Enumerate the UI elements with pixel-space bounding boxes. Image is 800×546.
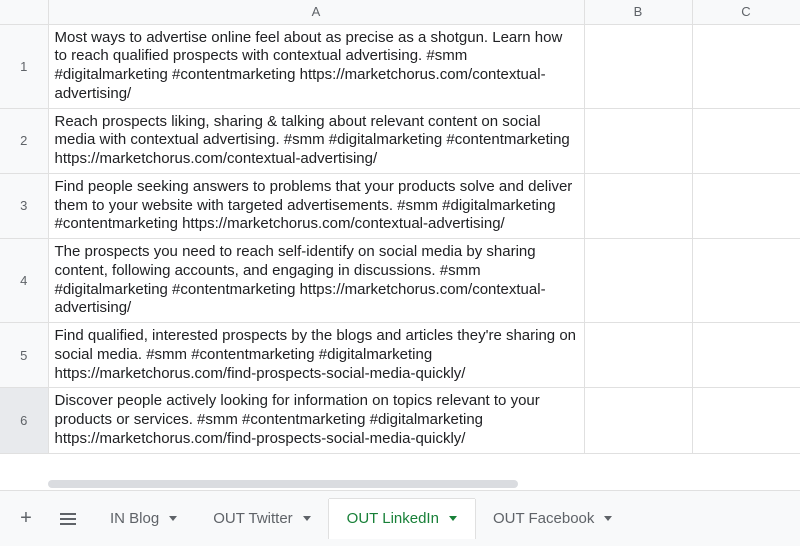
cell-a5[interactable]: Find qualified, interested prospects by … — [48, 323, 584, 388]
cell-b3[interactable] — [584, 173, 692, 238]
column-header-c[interactable]: C — [692, 0, 800, 24]
cell-b1[interactable] — [584, 24, 692, 108]
cell-a2[interactable]: Reach prospects liking, sharing & talkin… — [48, 108, 584, 173]
cell-b5[interactable] — [584, 323, 692, 388]
row-header-4[interactable]: 4 — [0, 239, 48, 323]
row-header-2[interactable]: 2 — [0, 108, 48, 173]
row-header-3[interactable]: 3 — [0, 173, 48, 238]
row-header-1[interactable]: 1 — [0, 24, 48, 108]
chevron-down-icon — [449, 516, 457, 521]
horizontal-scrollbar[interactable] — [48, 478, 784, 490]
row-header-6[interactable]: 6 — [0, 388, 48, 453]
menu-icon — [60, 513, 76, 525]
all-sheets-button[interactable] — [50, 501, 86, 537]
row-header-5[interactable]: 5 — [0, 323, 48, 388]
column-header-b[interactable]: B — [584, 0, 692, 24]
cell-a4[interactable]: The prospects you need to reach self-ide… — [48, 239, 584, 323]
tab-out-twitter[interactable]: OUT Twitter — [195, 499, 328, 539]
cell-b2[interactable] — [584, 108, 692, 173]
table-row: 4 The prospects you need to reach self-i… — [0, 239, 800, 323]
table-row: 6 Discover people actively looking for i… — [0, 388, 800, 453]
table-row: 2 Reach prospects liking, sharing & talk… — [0, 108, 800, 173]
table-row: 5 Find qualified, interested prospects b… — [0, 323, 800, 388]
cell-b6[interactable] — [584, 388, 692, 453]
tab-label: OUT Facebook — [493, 510, 594, 527]
horizontal-scrollbar-thumb[interactable] — [48, 480, 518, 488]
plus-icon: + — [20, 507, 32, 530]
tab-label: IN Blog — [110, 510, 159, 527]
sheet-tabs-bar: + IN Blog OUT Twitter OUT LinkedIn OUT F… — [0, 490, 800, 546]
tab-label: OUT LinkedIn — [347, 510, 439, 527]
column-header-a[interactable]: A — [48, 0, 584, 24]
cell-c4[interactable] — [692, 239, 800, 323]
tab-label: OUT Twitter — [213, 510, 292, 527]
add-sheet-button[interactable]: + — [8, 501, 44, 537]
cell-c1[interactable] — [692, 24, 800, 108]
cell-b4[interactable] — [584, 239, 692, 323]
cell-c6[interactable] — [692, 388, 800, 453]
spreadsheet-grid[interactable]: A B C 1 Most ways to advertise online fe… — [0, 0, 800, 490]
cell-a3[interactable]: Find people seeking answers to problems … — [48, 173, 584, 238]
cell-a1[interactable]: Most ways to advertise online feel about… — [48, 24, 584, 108]
cell-c5[interactable] — [692, 323, 800, 388]
tab-out-linkedin[interactable]: OUT LinkedIn — [329, 499, 475, 539]
cell-a6[interactable]: Discover people actively looking for inf… — [48, 388, 584, 453]
chevron-down-icon — [303, 516, 311, 521]
cell-c2[interactable] — [692, 108, 800, 173]
chevron-down-icon — [169, 516, 177, 521]
chevron-down-icon — [604, 516, 612, 521]
cell-c3[interactable] — [692, 173, 800, 238]
table-row: 1 Most ways to advertise online feel abo… — [0, 24, 800, 108]
table-row: 3 Find people seeking answers to problem… — [0, 173, 800, 238]
tab-in-blog[interactable]: IN Blog — [92, 499, 195, 539]
tab-out-facebook[interactable]: OUT Facebook — [475, 499, 630, 539]
select-all-corner[interactable] — [0, 0, 48, 24]
